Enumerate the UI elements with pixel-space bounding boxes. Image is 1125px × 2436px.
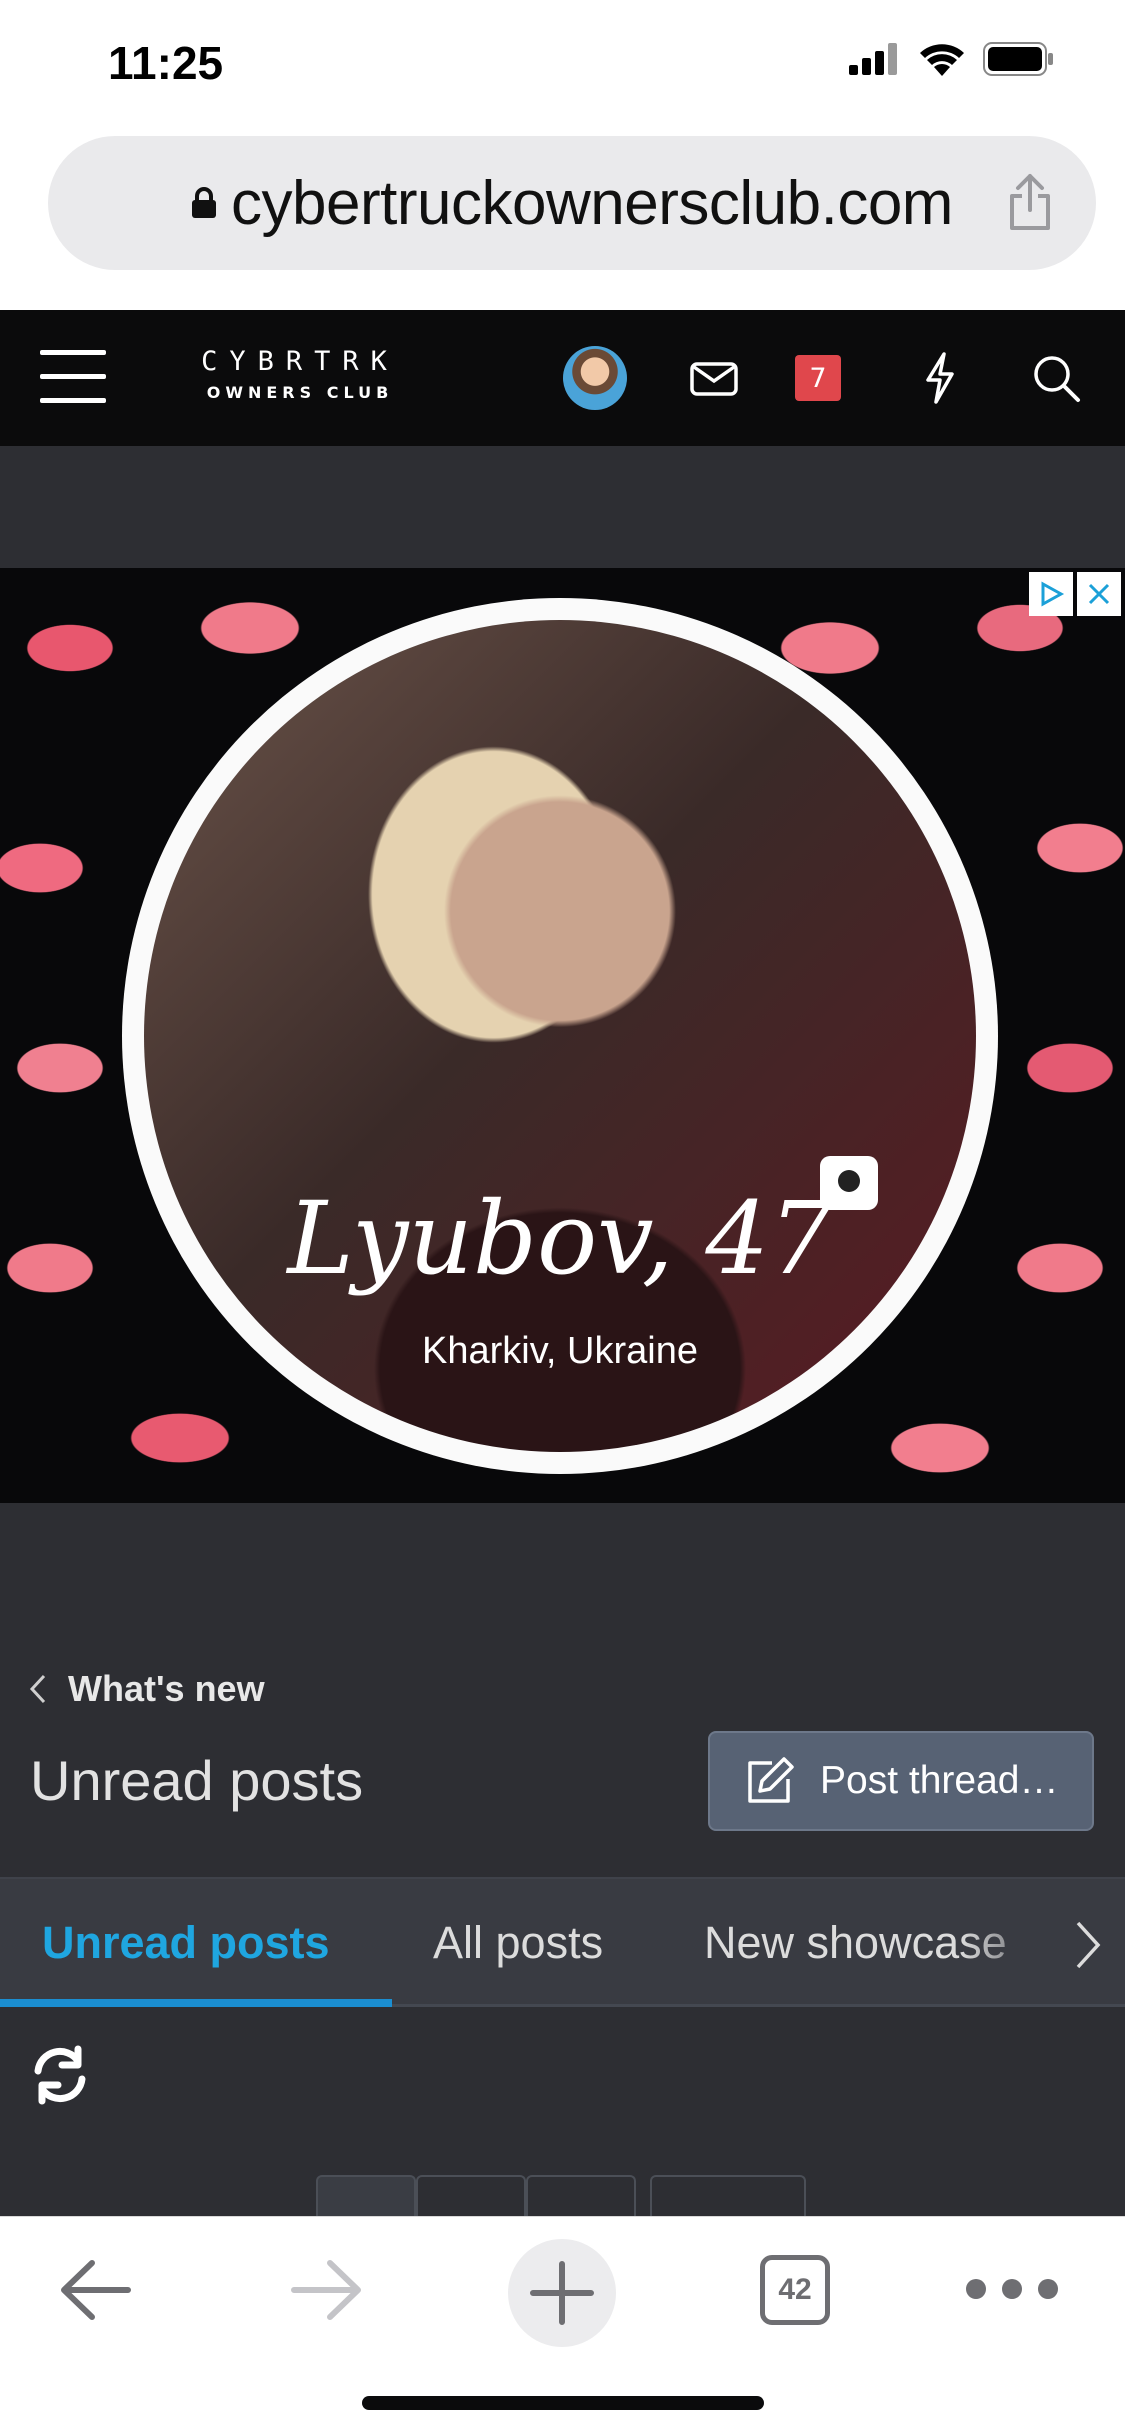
status-icons: [849, 42, 1055, 76]
new-tab-button[interactable]: [508, 2239, 616, 2347]
plus-icon: [530, 2261, 594, 2325]
close-ad-icon[interactable]: [1077, 572, 1121, 616]
ad-profile-photo: Lyubov, 47 Kharkiv, Ukraine: [144, 620, 976, 1452]
advertisement[interactable]: Lyubov, 47 Kharkiv, Ukraine: [0, 568, 1125, 1503]
site-header: CYBRTRK OWNERS CLUB 7: [0, 310, 1125, 446]
back-arrow-icon[interactable]: [58, 2255, 134, 2325]
chevron-right-icon[interactable]: [1072, 1917, 1104, 1973]
envelope-icon[interactable]: [690, 350, 738, 406]
lock-icon: [192, 187, 217, 218]
status-time: 11:25: [108, 37, 224, 89]
more-icon[interactable]: [966, 2279, 1058, 2299]
adchoices-icon[interactable]: [1029, 572, 1073, 616]
ad-profile-frame: Lyubov, 47 Kharkiv, Ukraine: [122, 598, 998, 1474]
tabs-button[interactable]: 42: [760, 2255, 830, 2325]
search-icon[interactable]: [1030, 350, 1082, 406]
home-indicator: [362, 2396, 764, 2410]
battery-icon: [983, 42, 1053, 76]
compose-icon: [748, 1757, 794, 1803]
breadcrumb-label: What's new: [68, 1668, 265, 1709]
page-content: What's new Unread posts Post thread… Unr…: [0, 1503, 1125, 2216]
status-bar: 11:25: [0, 0, 1125, 130]
cellular-signal-icon: [849, 43, 897, 75]
filter-tabs: Unread posts All posts New showcase: [0, 1877, 1125, 2007]
tabs-fade: [960, 1879, 1060, 2003]
tab-unread-posts[interactable]: Unread posts: [42, 1917, 330, 1969]
user-avatar[interactable]: [563, 346, 627, 410]
breadcrumb[interactable]: What's new: [28, 1668, 265, 1710]
forward-arrow-icon[interactable]: [288, 2255, 364, 2325]
share-icon[interactable]: [1008, 172, 1052, 232]
post-thread-button[interactable]: Post thread…: [708, 1731, 1094, 1831]
refresh-icon[interactable]: [28, 2043, 92, 2107]
site-logo[interactable]: CYBRTRK OWNERS CLUB: [168, 346, 432, 402]
pagination-item[interactable]: [650, 2175, 806, 2216]
logo-subtitle: OWNERS CLUB: [206, 383, 394, 402]
notifications-badge[interactable]: 7: [795, 355, 841, 401]
chevron-left-icon: [29, 1674, 46, 1704]
browser-address-area: cybertruckownersclub.com: [0, 130, 1125, 310]
chat-bubble-icon: [820, 1156, 878, 1210]
ad-location: Kharkiv, Ukraine: [422, 1330, 698, 1372]
lightning-icon[interactable]: [920, 350, 960, 406]
ad-choices[interactable]: [1029, 572, 1121, 616]
tab-all-posts[interactable]: All posts: [433, 1917, 603, 1969]
url-bar[interactable]: cybertruckownersclub.com: [48, 136, 1096, 270]
ad-spacer: [0, 446, 1125, 568]
menu-icon[interactable]: [40, 350, 106, 406]
pagination-item[interactable]: [316, 2175, 416, 2216]
post-thread-label: Post thread…: [820, 1759, 1059, 1802]
active-tab-indicator: [0, 1999, 392, 2007]
page-title: Unread posts: [30, 1749, 364, 1812]
logo-wordmark: CYBRTRK: [201, 346, 399, 377]
pagination-item[interactable]: [416, 2175, 526, 2216]
url-text: cybertruckownersclub.com: [231, 168, 953, 238]
wifi-icon: [920, 44, 964, 76]
pagination: [316, 2175, 806, 2216]
pagination-item[interactable]: [526, 2175, 636, 2216]
